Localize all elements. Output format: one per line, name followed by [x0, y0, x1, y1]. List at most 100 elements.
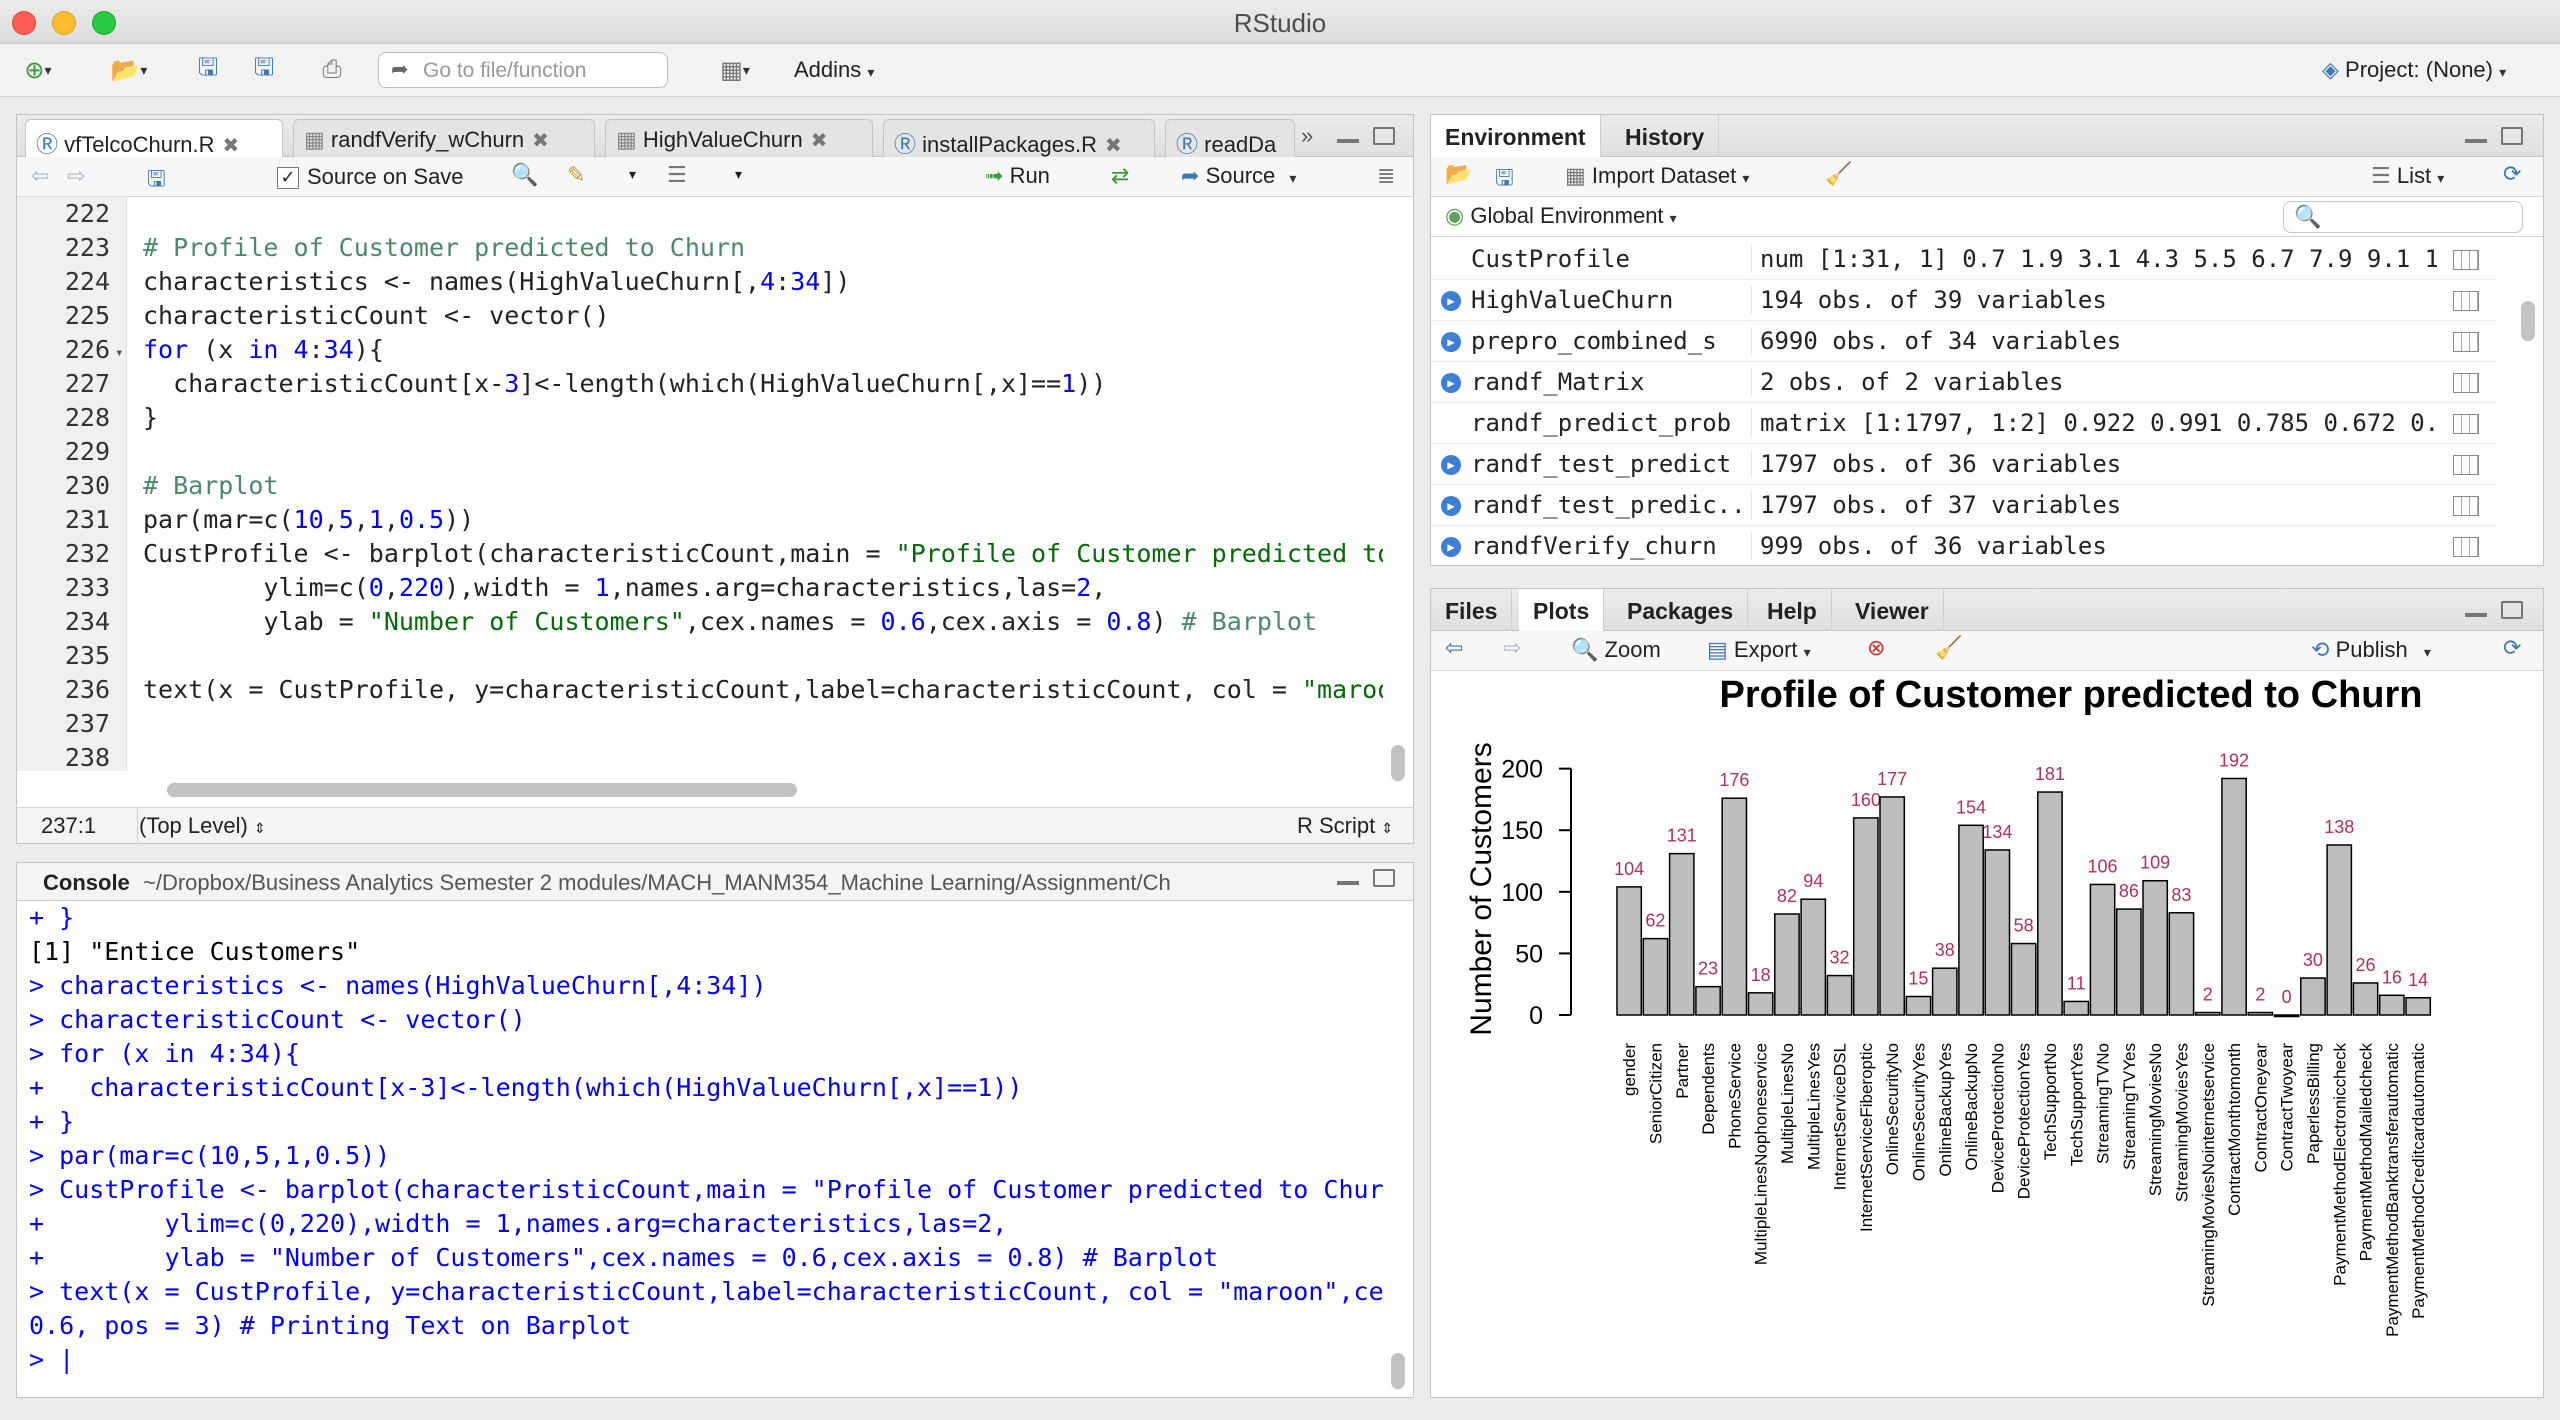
console-output[interactable]: + } [1] "Entice Customers" > characteristi…: [29, 901, 1383, 1397]
environment-row[interactable]: ▶ randf_Matrix 2 obs. of 2 variables: [1431, 362, 2497, 403]
more-tabs-icon[interactable]: »: [1301, 123, 1313, 149]
maximize-pane-icon[interactable]: [2501, 127, 2523, 145]
minimize-pane-icon[interactable]: [1337, 881, 1359, 885]
save-all-button[interactable]: 🖫: [244, 51, 284, 89]
expand-icon[interactable]: ▶: [1441, 537, 1461, 557]
addins-menu[interactable]: Addins ▾: [794, 57, 874, 83]
view-data-icon[interactable]: [2453, 496, 2479, 516]
re-run-button[interactable]: ⇄: [1111, 163, 1129, 189]
scope-selector[interactable]: (Top Level) ⇕: [139, 813, 266, 839]
bar-value-label: 154: [1956, 797, 1986, 817]
tab-packages[interactable]: Packages: [1613, 589, 1749, 631]
new-file-button[interactable]: ⊕ ▾: [10, 51, 66, 89]
environment-scrollbar[interactable]: [2521, 301, 2535, 341]
environment-search-input[interactable]: 🔍: [2283, 201, 2523, 233]
console-scrollbar[interactable]: [1391, 1353, 1405, 1389]
tab-randfverify[interactable]: ▦ randfVerify_wChurn ✖: [293, 119, 595, 157]
maximize-pane-icon[interactable]: [1373, 127, 1395, 145]
expand-icon[interactable]: ▶: [1441, 291, 1461, 311]
console-line: + }: [29, 1107, 75, 1136]
magic-wand-icon[interactable]: ✎: [567, 162, 585, 188]
tab-history[interactable]: History: [1611, 115, 1720, 157]
close-tab-icon[interactable]: ✖: [223, 135, 240, 157]
editor-vertical-scrollbar[interactable]: [1391, 745, 1405, 781]
environment-row[interactable]: ▶ randf_test_predict 1797 obs. of 36 varia…: [1431, 444, 2497, 485]
run-button[interactable]: ➟ Run: [985, 163, 1050, 189]
source-button[interactable]: ➦ Source ▾: [1181, 163, 1296, 189]
environment-row[interactable]: ▶ HighValueChurn 194 obs. of 39 variables: [1431, 280, 2497, 321]
environment-row[interactable]: ▶ randfVerify_churn 999 obs. of 36 variabl…: [1431, 526, 2497, 565]
editor-horizontal-scrollbar[interactable]: [167, 783, 797, 797]
environment-row[interactable]: randf_predict_prob matrix [1:1797, 1:2] 0…: [1431, 403, 2497, 444]
close-tab-icon[interactable]: ✖: [1105, 135, 1122, 157]
save-icon[interactable]: 🖫: [147, 162, 166, 200]
project-menu[interactable]: ◈ Project: (None) ▾: [2322, 57, 2506, 83]
import-dataset-button[interactable]: ▦ Import Dataset ▾: [1565, 163, 1749, 189]
close-tab-icon[interactable]: ✖: [532, 130, 549, 152]
outline-icon[interactable]: ≣: [1377, 163, 1395, 189]
view-data-icon[interactable]: [2453, 250, 2479, 270]
expand-icon[interactable]: ▶: [1441, 332, 1461, 352]
expand-icon[interactable]: ▶: [1441, 455, 1461, 475]
more-dropdown-icon[interactable]: ▾: [735, 166, 742, 183]
view-data-icon[interactable]: [2453, 332, 2479, 352]
minimize-pane-icon[interactable]: [2465, 139, 2487, 143]
maximize-pane-icon[interactable]: [1373, 869, 1395, 887]
environment-row[interactable]: CustProfile num [1:31, 1] 0.7 1.9 3.1 4.3…: [1431, 239, 2497, 280]
tab-highvaluechurn[interactable]: ▦ HighValueChurn ✖: [605, 119, 873, 157]
wand-dropdown-icon[interactable]: ▾: [629, 166, 636, 183]
source-on-save-checkbox[interactable]: ✓: [277, 167, 299, 189]
back-arrow-icon[interactable]: ⇦: [31, 163, 49, 189]
view-data-icon[interactable]: [2453, 414, 2479, 434]
plots-pane: Files Plots Packages Help Viewer ⇦ ⇨ 🔍 Z…: [1430, 588, 2544, 1398]
refresh-icon[interactable]: ⟳: [2503, 635, 2521, 661]
tab-installpackages[interactable]: Ⓡ installPackages.R ✖: [883, 119, 1155, 157]
minimize-pane-icon[interactable]: [1337, 139, 1359, 143]
load-workspace-icon[interactable]: 📂: [1445, 161, 1472, 187]
expand-icon[interactable]: ▶: [1441, 496, 1461, 516]
expand-icon[interactable]: ▶: [1441, 373, 1461, 393]
tab-help[interactable]: Help: [1753, 589, 1832, 631]
maximize-pane-icon[interactable]: [2501, 601, 2523, 619]
environment-row[interactable]: ▶ randf_test_predic... 1797 obs. of 37 var…: [1431, 485, 2497, 526]
view-mode-selector[interactable]: ☰ List ▾: [2371, 163, 2444, 189]
refresh-icon[interactable]: ⟳: [2503, 161, 2521, 187]
previous-plot-icon[interactable]: ⇦: [1445, 635, 1463, 661]
environment-scope-selector[interactable]: ◉ Global Environment ▾: [1445, 203, 1677, 229]
category-label: PhoneService: [1725, 1043, 1744, 1149]
minimize-pane-icon[interactable]: [2465, 613, 2487, 617]
open-file-button[interactable]: 📂 ▾: [94, 51, 164, 89]
clear-broom-icon[interactable]: 🧹: [1825, 161, 1852, 187]
save-workspace-icon[interactable]: 🖫: [1495, 161, 1514, 199]
print-button[interactable]: ⎙: [312, 51, 352, 89]
file-type-selector[interactable]: R Script ⇕: [1297, 813, 1393, 839]
export-button[interactable]: ▤ Export ▾: [1707, 637, 1811, 663]
view-data-icon[interactable]: [2453, 455, 2479, 475]
document-outline-icon[interactable]: ☰: [667, 162, 687, 188]
search-icon[interactable]: 🔍: [511, 162, 538, 188]
close-tab-icon[interactable]: ✖: [811, 130, 828, 152]
remove-plot-icon[interactable]: ⊗: [1867, 635, 1885, 661]
environment-row[interactable]: ▶ prepro_combined_s 6990 obs. of 34 variab…: [1431, 321, 2497, 362]
next-plot-icon[interactable]: ⇨: [1503, 635, 1521, 661]
fold-arrow-icon[interactable]: ▾: [115, 345, 123, 361]
tab-vftelcochurn[interactable]: Ⓡ vfTelcoChurn.R ✖: [25, 119, 283, 158]
save-button[interactable]: 🖫: [190, 51, 226, 89]
forward-arrow-icon[interactable]: ⇨: [67, 163, 85, 189]
tab-plots[interactable]: Plots: [1519, 589, 1605, 631]
go-to-file-input[interactable]: ➦ Go to file/function: [378, 52, 668, 88]
tab-viewer[interactable]: Viewer: [1841, 589, 1944, 631]
code-line: characteristics <- names(HighValueChurn[…: [143, 267, 851, 296]
tab-files[interactable]: Files: [1431, 589, 1513, 631]
tab-readda[interactable]: Ⓡ readDa: [1165, 119, 1295, 157]
code-editor[interactable]: 222 223 224 225 226 227 228 229 230 231 …: [17, 197, 1413, 771]
view-data-icon[interactable]: [2453, 373, 2479, 393]
view-data-icon[interactable]: [2453, 537, 2479, 557]
workspace-panes-button[interactable]: ▦ ▾: [700, 51, 770, 89]
publish-button[interactable]: ⟲ Publish ▾: [2311, 637, 2431, 663]
clear-plots-broom-icon[interactable]: 🧹: [1935, 635, 1962, 661]
tab-environment[interactable]: Environment: [1431, 115, 1601, 157]
bar-value-label: 2: [2255, 985, 2265, 1005]
view-data-icon[interactable]: [2453, 291, 2479, 311]
zoom-button[interactable]: 🔍 Zoom: [1571, 637, 1661, 663]
